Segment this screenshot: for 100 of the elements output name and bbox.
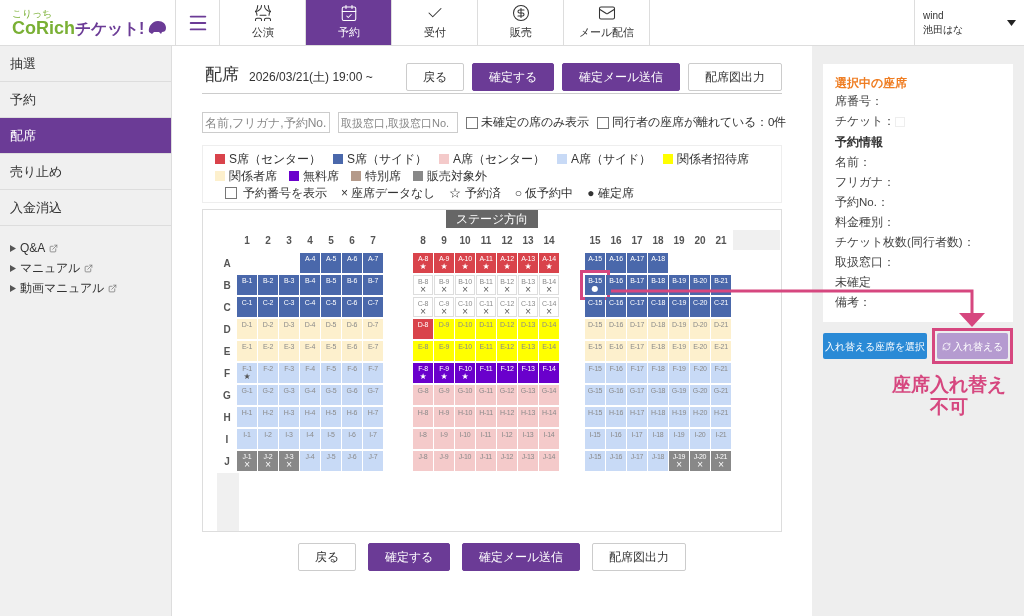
field-label: チケット枚数(同行者数)： bbox=[835, 235, 976, 250]
checkbox-label: 同行者の座席が離れている：0件 bbox=[612, 114, 787, 130]
legend-label: 関係者招待席 bbox=[677, 150, 750, 168]
section-title: 予約情報 bbox=[835, 134, 884, 151]
help-link[interactable]: マニュアル bbox=[20, 259, 80, 277]
search-field[interactable]: 名前,フリガナ,予約No. bbox=[202, 112, 330, 133]
bullet-icon bbox=[10, 264, 16, 272]
action-button[interactable]: 戻る bbox=[298, 543, 356, 571]
field-label: チケット： bbox=[835, 114, 895, 130]
field-label: 料金種別： bbox=[835, 215, 896, 230]
row-label: G bbox=[222, 388, 232, 403]
field-label: 予約No.： bbox=[835, 195, 890, 210]
sidebar-item[interactable]: 配席 bbox=[0, 118, 171, 154]
tab-icon bbox=[339, 4, 358, 23]
field-label: 席番号： bbox=[835, 94, 883, 110]
column-number: 3 bbox=[285, 233, 293, 248]
column-number: 10 bbox=[458, 233, 472, 248]
action-button[interactable]: 配席図出力 bbox=[592, 543, 686, 571]
row-label: I bbox=[224, 432, 230, 447]
user-menu[interactable]: wind 池田はな bbox=[914, 0, 1024, 45]
checkbox[interactable] bbox=[597, 116, 609, 129]
header-filler bbox=[733, 230, 780, 250]
column-number: 7 bbox=[369, 233, 377, 248]
logo-text: CoRich bbox=[12, 18, 75, 37]
symbol-label: ● 確定席 bbox=[587, 184, 634, 202]
stage-label: ステージ方向 bbox=[446, 210, 538, 228]
sidebar-item[interactable]: 売り止め bbox=[0, 154, 171, 190]
row-label: E bbox=[222, 344, 232, 359]
logo-ruby: こりっち bbox=[12, 8, 53, 19]
logo-text: チケット! bbox=[75, 20, 145, 37]
row-label: H bbox=[222, 410, 232, 425]
select-seat-button[interactable]: 入れ替える座席を選択 bbox=[823, 333, 927, 359]
sidebar-item[interactable]: 抽選 bbox=[0, 46, 171, 82]
callout-note: 座席入れ替え不可 bbox=[891, 374, 1007, 418]
mascot-icon bbox=[147, 19, 168, 34]
column-number: 8 bbox=[419, 233, 427, 248]
legend-label: 販売対象外 bbox=[427, 167, 487, 185]
column-number: 13 bbox=[521, 233, 535, 248]
row-label: F bbox=[222, 366, 232, 381]
caret-icon bbox=[1007, 19, 1016, 26]
row-label: J bbox=[223, 454, 231, 469]
field-label: 未確定 bbox=[835, 275, 872, 290]
row-label: A bbox=[222, 256, 232, 271]
action-button[interactable]: 確定する bbox=[472, 63, 554, 91]
sidebar-item[interactable]: 入金消込 bbox=[0, 190, 171, 226]
column-number: 18 bbox=[651, 233, 665, 248]
legend-label: A席（センター） bbox=[453, 150, 546, 168]
external-link-icon bbox=[108, 283, 117, 293]
row-label: B bbox=[222, 278, 232, 293]
legend-label: 特別席 bbox=[365, 167, 401, 185]
symbol-label: ☆ 予約済 bbox=[449, 184, 501, 202]
column-number: 1 bbox=[243, 233, 251, 248]
checkbox-label: 予約番号を表示 bbox=[243, 184, 327, 202]
checkbox[interactable] bbox=[225, 186, 237, 199]
checkbox-label: 未確定の席のみ表示 bbox=[481, 114, 589, 130]
legend-label: S席（サイド） bbox=[347, 150, 428, 168]
bullet-icon bbox=[10, 284, 16, 292]
legend-label: A席（サイド） bbox=[571, 150, 652, 168]
action-button[interactable]: 配席図出力 bbox=[688, 63, 782, 91]
tab-icon bbox=[253, 4, 272, 23]
column-number: 5 bbox=[327, 233, 335, 248]
external-link-icon bbox=[84, 263, 93, 273]
column-number: 12 bbox=[500, 233, 514, 248]
checkbox[interactable] bbox=[466, 116, 478, 129]
column-number: 19 bbox=[672, 233, 686, 248]
field-label: 備考： bbox=[835, 295, 872, 310]
symbol-label: × 座席データなし bbox=[341, 184, 436, 202]
search-field[interactable]: 取扱窓口,取扱窓口No. bbox=[338, 112, 458, 133]
scroll-gutter bbox=[217, 473, 239, 531]
column-number: 2 bbox=[264, 233, 272, 248]
column-number: 14 bbox=[542, 233, 556, 248]
field-label: フリガナ： bbox=[835, 175, 896, 190]
column-number: 9 bbox=[440, 233, 448, 248]
column-number: 17 bbox=[630, 233, 644, 248]
action-button[interactable]: 確定する bbox=[368, 543, 450, 571]
row-label: D bbox=[222, 322, 232, 337]
help-link[interactable]: 動画マニュアル bbox=[20, 279, 104, 297]
refresh-icon bbox=[942, 341, 951, 351]
external-link-icon bbox=[49, 243, 59, 253]
column-number: 20 bbox=[693, 233, 707, 248]
legend-label: S席（センター） bbox=[229, 150, 321, 168]
field-label: 名前： bbox=[835, 155, 872, 170]
column-number: 4 bbox=[306, 233, 314, 248]
column-number: 15 bbox=[588, 233, 602, 248]
user-name: 池田はな bbox=[923, 22, 963, 37]
legend-label: 関係者席 bbox=[229, 167, 277, 185]
nav-tab[interactable]: 予約 bbox=[306, 0, 392, 45]
tab-icon bbox=[597, 4, 616, 23]
field-label: 取扱窓口： bbox=[835, 255, 896, 270]
account-name: wind bbox=[923, 8, 944, 23]
performance-date: 2026/03/21(土) 19:00 ~ bbox=[249, 69, 373, 86]
action-button[interactable]: 戻る bbox=[406, 63, 464, 91]
action-button[interactable]: 確定メール送信 bbox=[462, 543, 580, 571]
legend-label: 無料席 bbox=[303, 167, 339, 185]
column-number: 11 bbox=[479, 233, 493, 248]
page-title: 配席 bbox=[205, 63, 239, 86]
tab-icon bbox=[511, 4, 530, 23]
action-button[interactable]: 確定メール送信 bbox=[562, 63, 680, 91]
help-link[interactable]: Q&A bbox=[20, 239, 46, 257]
column-number: 16 bbox=[609, 233, 623, 248]
